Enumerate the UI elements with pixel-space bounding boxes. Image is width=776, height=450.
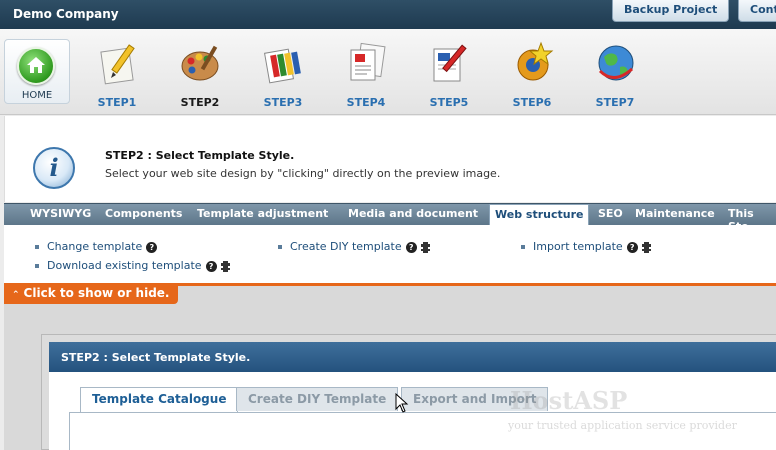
step1-button[interactable]: STEP1: [88, 41, 144, 111]
info-description: Select your web site design by "clicking…: [105, 167, 501, 180]
help-icon[interactable]: ?: [626, 241, 638, 253]
template-dialog: STEP2 : Select Template Style. Template …: [41, 334, 776, 450]
menu-seo[interactable]: SEO: [598, 207, 623, 220]
main-menu: WYSIWYG Components Template adjustment M…: [4, 203, 776, 233]
watermark-logo: HostASP: [510, 386, 628, 415]
download-existing-template-label[interactable]: Download existing template: [47, 259, 202, 272]
watermark-tagline: your trusted application service provide…: [508, 419, 737, 432]
backup-project-button[interactable]: Backup Project: [612, 0, 730, 22]
dialog-header: STEP2 : Select Template Style.: [49, 342, 776, 372]
menu-web-structure[interactable]: Web structure: [489, 204, 590, 226]
color-swatches-icon: [263, 48, 301, 84]
info-title: STEP2 : Select Template Style.: [105, 149, 295, 162]
info-icon: i: [33, 147, 75, 189]
video-icon[interactable]: [220, 260, 230, 272]
documents-icon: [350, 42, 386, 81]
toggle-visibility-button[interactable]: ⌃ Click to show or hide.: [4, 283, 178, 304]
step4-label: STEP4: [346, 96, 386, 109]
double-chevron-up-icon: ⌃: [12, 290, 20, 300]
menu-template-adjustment[interactable]: Template adjustment: [197, 207, 328, 220]
menu-maintenance[interactable]: Maintenance: [635, 207, 715, 220]
import-template-label[interactable]: Import template: [533, 240, 623, 253]
company-name: Demo Company: [13, 7, 119, 21]
step5-label: STEP5: [429, 96, 469, 109]
dialog-body: Template Catalogue Create DIY Template E…: [49, 372, 776, 450]
toggle-label: Click to show or hide.: [23, 286, 170, 300]
tab-template-catalogue[interactable]: Template Catalogue: [80, 387, 239, 412]
video-icon[interactable]: [420, 241, 430, 253]
home-icon: [17, 47, 55, 85]
publish-globe-icon: [598, 45, 634, 81]
video-icon[interactable]: [641, 241, 651, 253]
tab-create-diy-template[interactable]: Create DIY Template: [236, 387, 399, 411]
contact-button[interactable]: Cont: [738, 0, 776, 22]
step-navigation: HOME STEP1 STEP2 STEP3 STEP4 STEP5 STEP6…: [0, 29, 776, 115]
create-diy-template-link[interactable]: Create DIY template?: [278, 240, 430, 253]
step2-button[interactable]: STEP2: [171, 41, 227, 111]
step6-label: STEP6: [512, 96, 552, 109]
import-template-link[interactable]: Import template?: [521, 240, 651, 253]
step5-button[interactable]: STEP5: [420, 41, 476, 111]
step2-label: STEP2: [180, 96, 220, 109]
change-template-link[interactable]: Change template?: [35, 240, 158, 253]
step7-button[interactable]: STEP7: [586, 41, 642, 111]
template-links: Change template? Create DIY template? Im…: [4, 225, 776, 283]
help-icon[interactable]: ?: [205, 260, 217, 272]
download-existing-template-link[interactable]: Download existing template?: [35, 259, 230, 272]
mouse-cursor-icon: [395, 393, 409, 413]
step6-button[interactable]: STEP6: [503, 41, 559, 111]
step4-button[interactable]: STEP4: [337, 41, 393, 111]
pencil-paper-icon: [100, 44, 135, 85]
step7-label: STEP7: [595, 96, 635, 109]
home-button[interactable]: HOME: [4, 39, 70, 104]
edit-document-icon: [433, 44, 467, 82]
change-template-label[interactable]: Change template: [47, 240, 142, 253]
step3-label: STEP3: [263, 96, 303, 109]
step1-label: STEP1: [97, 96, 137, 109]
menu-media-and-document[interactable]: Media and document: [348, 207, 478, 220]
gear-star-icon: [517, 41, 554, 81]
help-icon[interactable]: ?: [405, 241, 417, 253]
menu-wysiwyg[interactable]: WYSIWYG: [30, 207, 91, 220]
paint-palette-icon: [181, 45, 219, 81]
menu-components[interactable]: Components: [105, 207, 182, 220]
dialog-title: STEP2 : Select Template Style.: [61, 351, 251, 364]
step3-button[interactable]: STEP3: [254, 41, 310, 111]
info-panel: i STEP2 : Select Template Style. Select …: [4, 116, 776, 202]
home-label: HOME: [21, 90, 53, 101]
create-diy-template-label[interactable]: Create DIY template: [290, 240, 402, 253]
help-icon[interactable]: ?: [146, 241, 158, 253]
